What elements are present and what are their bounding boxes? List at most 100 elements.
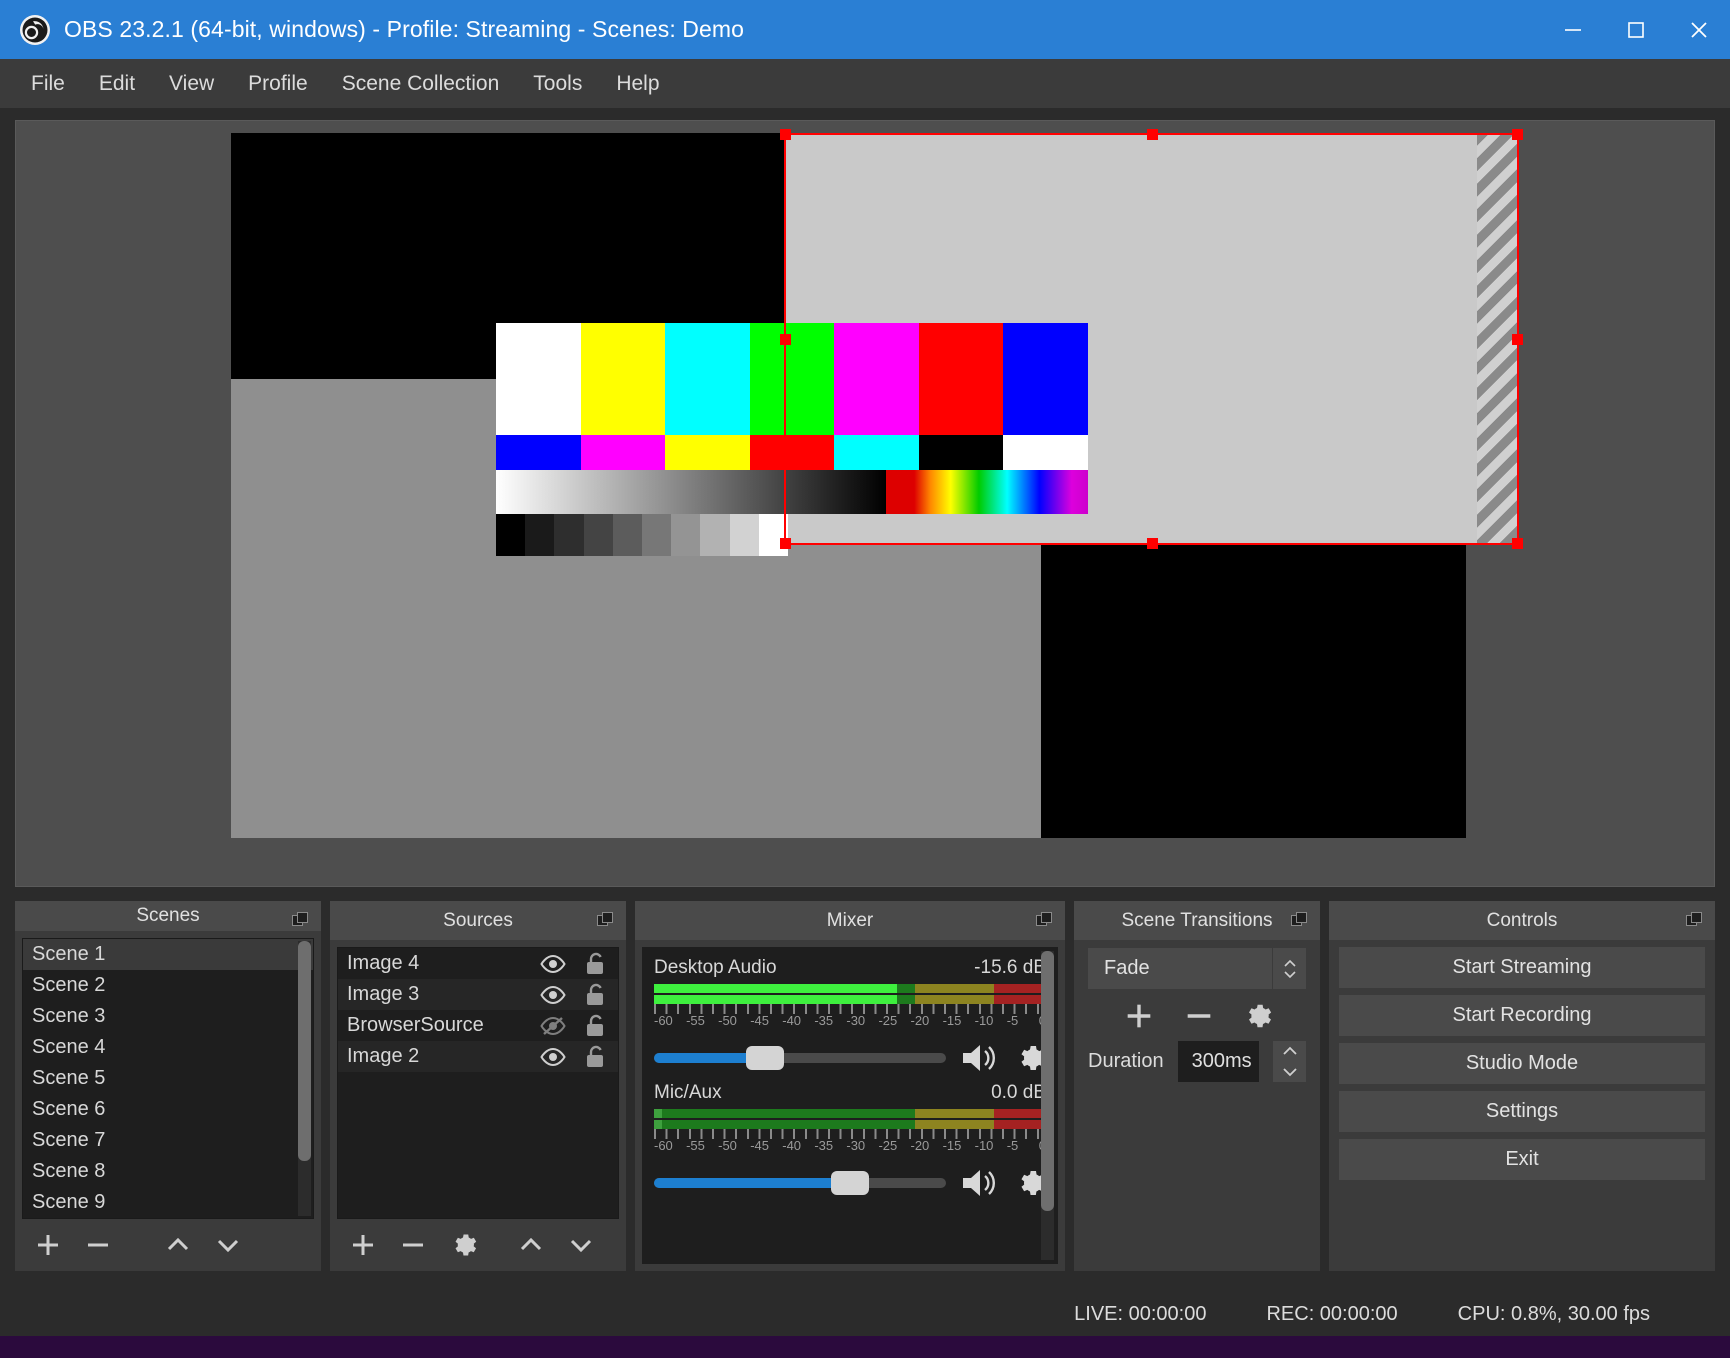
settings-button[interactable]: Settings <box>1339 1091 1705 1132</box>
eye-visible-icon[interactable] <box>540 954 566 974</box>
eye-hidden-icon[interactable] <box>540 1016 566 1036</box>
remove-scene-button[interactable] <box>75 1225 121 1265</box>
meter-level-segment <box>654 1109 662 1118</box>
close-button[interactable] <box>1667 0 1730 59</box>
scene-item-label: Scene 7 <box>32 1129 105 1152</box>
mixer-channels: Desktop Audio-15.6 dB-60-55-50-45-40-35-… <box>642 947 1058 1264</box>
resize-handle-bottom-left[interactable] <box>780 538 791 549</box>
duration-spinner-down[interactable] <box>1273 1062 1306 1083</box>
scene-list-item[interactable]: Scene 9 <box>23 1187 313 1218</box>
undock-icon[interactable] <box>1036 912 1053 929</box>
duration-input[interactable]: 300ms <box>1178 1041 1259 1082</box>
resize-handle-bottom-center[interactable] <box>1147 538 1158 549</box>
mixer-level-meter: -60-55-50-45-40-35-30-25-20-15-10-50 <box>654 984 1046 1028</box>
scene-item-label: Scene 9 <box>32 1191 105 1214</box>
scrollbar-thumb[interactable] <box>1041 951 1054 1211</box>
source-list-item[interactable]: Image 2 <box>338 1041 618 1072</box>
dock-row: Scenes Scene 1Scene 2Scene 3Scene 4Scene… <box>15 901 1715 1271</box>
scene-list-item[interactable]: Scene 1 <box>23 939 313 970</box>
add-source-button[interactable] <box>340 1225 386 1265</box>
undock-icon[interactable] <box>597 912 614 929</box>
transition-select[interactable]: Fade <box>1088 948 1272 989</box>
lock-open-icon[interactable] <box>584 983 606 1007</box>
lock-open-icon[interactable] <box>584 952 606 976</box>
volume-slider[interactable] <box>654 1178 946 1188</box>
resize-handle-top-right[interactable] <box>1512 129 1523 140</box>
source-list-item[interactable]: BrowserSource <box>338 1010 618 1041</box>
start-recording-button[interactable]: Start Recording <box>1339 995 1705 1036</box>
scene-list-item[interactable]: Scene 8 <box>23 1156 313 1187</box>
meter-green-zone <box>662 1109 916 1118</box>
volume-slider[interactable] <box>654 1053 946 1063</box>
step-wedge-5 <box>642 514 671 556</box>
scene-list-item[interactable]: Scene 2 <box>23 970 313 1001</box>
meter-scale-label: -5 <box>1007 1138 1039 1153</box>
volume-slider-knob[interactable] <box>746 1046 784 1070</box>
remove-transition-button[interactable] <box>1182 999 1216 1033</box>
undock-icon[interactable] <box>1291 912 1308 929</box>
source-properties-button[interactable] <box>440 1225 486 1265</box>
menu-tools[interactable]: Tools <box>516 66 599 102</box>
remove-source-button[interactable] <box>390 1225 436 1265</box>
meter-scale: -60-55-50-45-40-35-30-25-20-15-10-50 <box>654 1013 1046 1028</box>
preview-area[interactable] <box>15 120 1715 887</box>
obs-logo-icon <box>20 15 50 45</box>
preview-canvas[interactable] <box>231 133 1466 838</box>
eye-visible-icon[interactable] <box>540 1047 566 1067</box>
transition-select-row: Fade <box>1074 940 1320 989</box>
maximize-button[interactable] <box>1604 0 1667 59</box>
scene-item-label: Scene 8 <box>32 1160 105 1183</box>
lock-open-icon[interactable] <box>584 1045 606 1069</box>
move-source-down-button[interactable] <box>558 1225 604 1265</box>
exit-button[interactable]: Exit <box>1339 1139 1705 1180</box>
meter-yellow-zone <box>915 984 993 993</box>
menu-edit[interactable]: Edit <box>82 66 152 102</box>
transition-properties-button[interactable] <box>1242 1001 1272 1031</box>
start-streaming-button[interactable]: Start Streaming <box>1339 947 1705 988</box>
duration-spinner-up[interactable] <box>1273 1041 1306 1062</box>
menu-view[interactable]: View <box>152 66 231 102</box>
move-scene-down-button[interactable] <box>205 1225 251 1265</box>
resize-handle-middle-right[interactable] <box>1512 334 1523 345</box>
volume-slider-knob[interactable] <box>831 1171 869 1195</box>
menu-profile[interactable]: Profile <box>231 66 325 102</box>
duration-spinner[interactable] <box>1273 1041 1306 1082</box>
scene-list-item[interactable]: Scene 6 <box>23 1094 313 1125</box>
resize-handle-top-center[interactable] <box>1147 129 1158 140</box>
menu-scene-collection[interactable]: Scene Collection <box>325 66 517 102</box>
undock-icon[interactable] <box>1686 912 1703 929</box>
color-bar-1 <box>581 323 666 435</box>
menu-help[interactable]: Help <box>599 66 676 102</box>
speaker-mute-icon[interactable] <box>960 1042 1000 1074</box>
minimize-button[interactable] <box>1541 0 1604 59</box>
scene-list-item[interactable]: Scene 5 <box>23 1063 313 1094</box>
scene-list-scrollbar[interactable] <box>298 941 311 1216</box>
add-scene-button[interactable] <box>25 1225 71 1265</box>
move-scene-up-button[interactable] <box>155 1225 201 1265</box>
add-transition-button[interactable] <box>1122 999 1156 1033</box>
resize-handle-top-left[interactable] <box>780 129 791 140</box>
studio-mode-button[interactable]: Studio Mode <box>1339 1043 1705 1084</box>
eye-visible-icon[interactable] <box>540 985 566 1005</box>
transition-select-arrows[interactable] <box>1272 948 1306 989</box>
source-list[interactable]: Image 4Image 3BrowserSourceImage 2 <box>337 947 619 1219</box>
scene-list[interactable]: Scene 1Scene 2Scene 3Scene 4Scene 5Scene… <box>22 938 314 1219</box>
scene-list-item[interactable]: Scene 4 <box>23 1032 313 1063</box>
source-list-item[interactable]: Image 4 <box>338 948 618 979</box>
menu-file[interactable]: File <box>14 66 82 102</box>
undock-icon[interactable] <box>292 912 309 929</box>
resize-handle-middle-left[interactable] <box>780 334 791 345</box>
meter-scale-label: -60 <box>654 1013 686 1028</box>
scene-item-label: Scene 4 <box>32 1036 105 1059</box>
color-bar-lower-2 <box>665 435 750 470</box>
scene-list-item[interactable]: Scene 7 <box>23 1125 313 1156</box>
lock-open-icon[interactable] <box>584 1014 606 1038</box>
source-list-item[interactable]: Image 3 <box>338 979 618 1010</box>
mixer-scrollbar[interactable] <box>1041 951 1054 1260</box>
resize-handle-bottom-right[interactable] <box>1512 538 1523 549</box>
move-source-up-button[interactable] <box>508 1225 554 1265</box>
scrollbar-thumb[interactable] <box>298 941 311 1161</box>
selection-rectangle[interactable] <box>784 133 1519 545</box>
scene-list-item[interactable]: Scene 3 <box>23 1001 313 1032</box>
speaker-mute-icon[interactable] <box>960 1167 1000 1199</box>
